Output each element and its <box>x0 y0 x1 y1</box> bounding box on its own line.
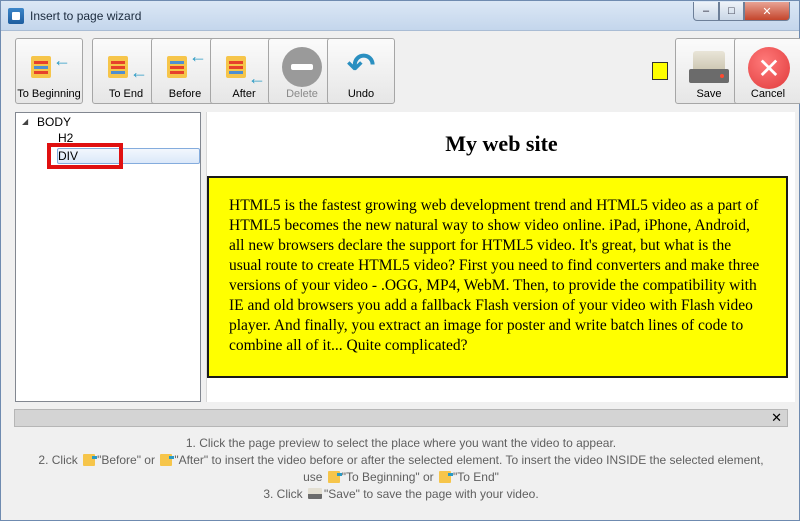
page-preview[interactable]: My web site HTML5 is the fastest growing… <box>206 112 795 402</box>
undo-label: Undo <box>347 88 375 100</box>
to-end-mini-icon <box>439 471 454 483</box>
before-mini-icon <box>83 454 98 466</box>
save-label: Save <box>696 88 722 100</box>
insert-to-beginning-icon: ← <box>27 45 71 89</box>
cancel-button[interactable]: ✕ Cancel <box>734 38 800 104</box>
instruction-line-4: 3. Click "Save" to save the page with yo… <box>263 487 539 501</box>
wizard-window: Insert to page wizard ‒ □ ✕ ← To Beginni… <box>0 0 800 521</box>
to-beginning-button[interactable]: ← To Beginning <box>15 38 83 104</box>
tree-node-h2[interactable]: H2 <box>58 130 73 146</box>
instructions: 1. Click the page preview to select the … <box>11 435 791 503</box>
title-bar: Insert to page wizard ‒ □ ✕ <box>1 1 799 31</box>
hint-bar: ✕ <box>14 409 788 427</box>
delete-label: Delete <box>286 88 318 100</box>
undo-icon: ↶ <box>346 47 376 85</box>
save-drive-icon <box>687 45 731 89</box>
instruction-line-1: 1. Click the page preview to select the … <box>185 436 617 450</box>
save-mini-icon <box>308 488 323 499</box>
preview-div[interactable]: HTML5 is the fastest growing web develop… <box>207 176 788 378</box>
before-button[interactable]: ← Before <box>151 38 219 104</box>
minimize-button[interactable]: ‒ <box>693 2 719 21</box>
window-title: Insert to page wizard <box>30 9 142 23</box>
insert-before-icon: ← <box>163 45 207 89</box>
to-beginning-mini-icon <box>327 471 342 483</box>
instruction-line-2: 2. Click "Before" or "After" to insert t… <box>38 453 764 467</box>
preview-paragraph: HTML5 is the fastest growing web develop… <box>229 197 760 354</box>
cancel-label: Cancel <box>750 88 786 100</box>
maximize-button[interactable]: □ <box>719 2 744 21</box>
expand-arrow-icon[interactable]: ◢ <box>22 117 28 126</box>
after-mini-icon <box>160 454 175 466</box>
to-end-label: To End <box>108 88 144 100</box>
color-swatch[interactable] <box>652 62 668 80</box>
close-button[interactable]: ✕ <box>744 2 790 21</box>
tree-node-div[interactable]: DIV <box>58 148 78 164</box>
tree-node-body[interactable]: BODY <box>37 114 71 130</box>
before-label: Before <box>168 88 202 100</box>
element-tree[interactable]: ◢ BODY H2 DIV <box>15 112 201 402</box>
to-beginning-label: To Beginning <box>17 88 81 100</box>
toolbar: ← To Beginning ← To End ← Before ← After <box>1 32 800 108</box>
save-button[interactable]: Save <box>675 38 743 104</box>
insert-after-icon: ← <box>222 45 266 89</box>
tree-node-selection <box>57 148 200 164</box>
instruction-line-3: use "To Beginning" or "To End" <box>303 470 499 484</box>
to-end-button[interactable]: ← To End <box>92 38 160 104</box>
undo-button[interactable]: ↶ Undo <box>327 38 395 104</box>
cancel-icon: ✕ <box>746 45 790 89</box>
insert-to-end-icon: ← <box>104 45 148 89</box>
delete-button[interactable]: Delete <box>268 38 336 104</box>
hint-close-icon[interactable]: ✕ <box>771 410 782 426</box>
preview-heading[interactable]: My web site <box>207 131 796 157</box>
app-icon <box>8 8 24 24</box>
delete-icon <box>280 45 324 89</box>
